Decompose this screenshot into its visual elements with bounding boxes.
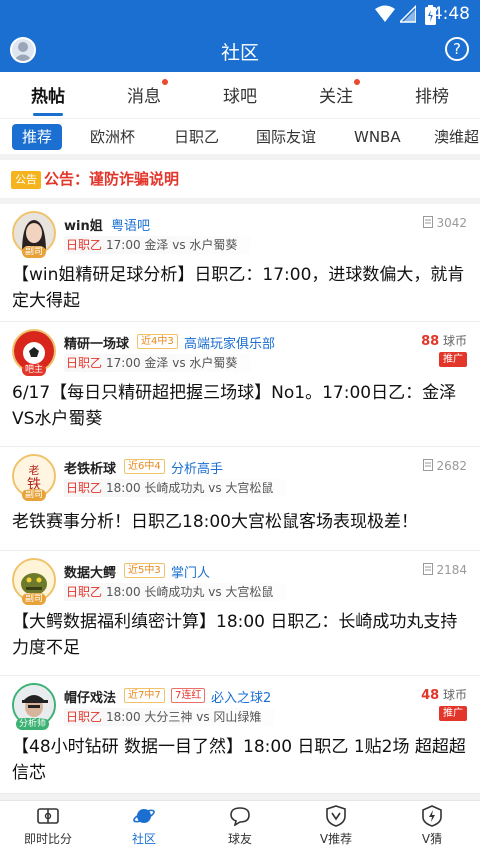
- author-role-badge: 副司: [22, 489, 47, 501]
- match-league: 日职乙: [66, 238, 103, 252]
- document-icon: [422, 563, 433, 575]
- tab-hot-posts[interactable]: 热帖: [0, 82, 96, 107]
- post-list: 副司 win姐 粤语吧 3042 日职乙 17:00 金泽 vs 水户蜀葵 【wi…: [0, 204, 480, 794]
- v-shield-icon: [326, 805, 346, 827]
- match-league: 日职乙: [66, 356, 103, 370]
- nav-live-score[interactable]: 即时比分: [0, 805, 96, 847]
- author-role-badge: 副司: [22, 246, 47, 258]
- nav-friends[interactable]: 球友: [192, 805, 288, 847]
- subtab-recommended[interactable]: 推荐: [12, 124, 63, 150]
- subtab-euro-cup[interactable]: 欧洲杯: [90, 124, 135, 150]
- promo-badge: 推广: [439, 706, 467, 721]
- club-link[interactable]: 高端玩家俱乐部: [184, 333, 275, 352]
- tab-messages[interactable]: 消息: [96, 79, 192, 107]
- status-bar: 4:48: [0, 0, 480, 30]
- nav-v-recommend[interactable]: V推荐: [288, 805, 384, 847]
- document-icon: [422, 459, 433, 471]
- post-card[interactable]: 吧主 精研一场球 近4中3 高端玩家俱乐部 88 球币 推广 日职乙 17:00 …: [0, 322, 480, 447]
- match-chip[interactable]: 日职乙 18:00 长崎成功丸 vs 大宫松鼠: [64, 583, 288, 601]
- author-name[interactable]: win姐: [64, 215, 103, 234]
- lightning-icon: [422, 805, 442, 827]
- match-info: 18:00 大分三神 vs 冈山绿雉: [106, 710, 262, 724]
- status-time: 4:48: [431, 4, 470, 24]
- tab-club[interactable]: 球吧: [192, 82, 288, 107]
- svg-text:老: 老: [29, 464, 40, 477]
- author-role-badge: 吧主: [22, 364, 47, 376]
- author-name[interactable]: 帽仔戏法: [64, 687, 116, 706]
- nav-v-guess[interactable]: V猜: [384, 805, 480, 847]
- post-title[interactable]: 【win姐精研足球分析】日职乙：17:00，进球数偏大，就肯定大得起: [12, 262, 468, 314]
- match-league: 日职乙: [66, 585, 103, 599]
- match-info: 17:00 金泽 vs 水户蜀葵: [106, 356, 238, 370]
- main-tabs: 热帖 消息 球吧 关注 排榜: [0, 72, 480, 118]
- chat-bubble-icon: [230, 807, 250, 826]
- app-bar: 社区 ?: [0, 30, 480, 72]
- nav-community[interactable]: 社区: [96, 805, 192, 847]
- record-tag: 近7中7: [124, 688, 165, 703]
- announcement-badge: 公告: [11, 171, 41, 189]
- subtab-friendly[interactable]: 国际友谊: [256, 124, 316, 150]
- post-title[interactable]: 【48小时钻研 数据一目了然】18:00 日职乙 1贴2场 超超超信芯: [12, 734, 468, 786]
- active-tab-indicator: [33, 113, 63, 116]
- scoreboard-icon: [37, 808, 59, 824]
- price-label: 48 球币: [421, 688, 467, 703]
- match-chip[interactable]: 日职乙 17:00 金泽 vs 水户蜀葵: [64, 236, 252, 254]
- page-title: 社区: [220, 42, 259, 64]
- announcement-bar[interactable]: 公告 公告：谨防诈骗说明: [0, 160, 480, 198]
- match-info: 18:00 长崎成功丸 vs 大宫松鼠: [106, 481, 274, 495]
- author-name[interactable]: 老铁析球: [64, 458, 116, 477]
- club-link[interactable]: 必入之球2: [211, 687, 271, 706]
- announcement-text[interactable]: 公告：谨防诈骗说明: [44, 168, 179, 189]
- post-card[interactable]: 副司 数据大鳄 近5中3 掌门人 2184 日职乙 18:00 长崎成功丸 vs …: [0, 551, 480, 676]
- notification-dot: [354, 79, 360, 85]
- post-card[interactable]: 老铁 副司 老铁析球 近6中4 分析高手 2682 日职乙 18:00 长崎成功丸…: [0, 447, 480, 551]
- author-name[interactable]: 精研一场球: [64, 333, 129, 352]
- tab-follow[interactable]: 关注: [288, 79, 384, 107]
- bottom-navigation: 即时比分 社区 球友 V推荐 V猜: [0, 800, 480, 853]
- club-link[interactable]: 分析高手: [171, 458, 223, 477]
- post-title[interactable]: 【大鳄数据福利缜密计算】18:00 日职乙：长崎成功丸支持力度不足: [12, 609, 468, 661]
- planet-icon: [133, 809, 155, 823]
- view-count: 2184: [422, 563, 467, 577]
- match-chip[interactable]: 日职乙 17:00 金泽 vs 水户蜀葵: [64, 354, 252, 372]
- match-league: 日职乙: [66, 481, 103, 495]
- author-role-badge: 分析师: [16, 718, 50, 730]
- subtab-wnba[interactable]: WNBA: [354, 124, 401, 150]
- match-league: 日职乙: [66, 710, 103, 724]
- subtab-a-league[interactable]: 澳维超: [434, 124, 479, 150]
- tab-ranking[interactable]: 排榜: [384, 82, 480, 107]
- document-icon: [422, 216, 433, 228]
- signal-icon: [400, 5, 416, 23]
- author-role-badge: 副司: [22, 593, 47, 605]
- post-title[interactable]: 老铁赛事分析！日职乙18:00大宫松鼠客场表现极差！: [12, 509, 468, 535]
- match-chip[interactable]: 日职乙 18:00 大分三神 vs 冈山绿雉: [64, 708, 276, 726]
- club-link[interactable]: 粤语吧: [111, 215, 150, 234]
- match-chip[interactable]: 日职乙 18:00 长崎成功丸 vs 大宫松鼠: [64, 479, 288, 497]
- help-icon[interactable]: ?: [445, 37, 469, 61]
- record-tag: 近5中3: [124, 563, 165, 578]
- post-card[interactable]: 分析师 帽仔戏法 近7中7 7连红 必入之球2 48 球币 推广 日职乙 18:0…: [0, 676, 480, 794]
- author-name[interactable]: 数据大鳄: [64, 562, 116, 581]
- club-link[interactable]: 掌门人: [171, 562, 210, 581]
- view-count: 2682: [422, 459, 467, 473]
- streak-tag: 7连红: [171, 688, 206, 703]
- record-tag: 近6中4: [124, 459, 165, 474]
- league-filter-bar: 推荐 欧洲杯 日职乙 国际友谊 WNBA 澳维超: [0, 118, 480, 154]
- match-info: 17:00 金泽 vs 水户蜀葵: [106, 238, 238, 252]
- notification-dot: [162, 79, 168, 85]
- wifi-icon: [375, 5, 395, 22]
- view-count: 3042: [422, 216, 467, 230]
- match-info: 18:00 长崎成功丸 vs 大宫松鼠: [106, 585, 274, 599]
- record-tag: 近4中3: [137, 334, 178, 349]
- post-title[interactable]: 6/17【每日只精研超把握三场球】No1。17:00日乙：金泽VS水户蜀葵: [12, 380, 468, 432]
- post-card[interactable]: 副司 win姐 粤语吧 3042 日职乙 17:00 金泽 vs 水户蜀葵 【wi…: [0, 204, 480, 322]
- price-label: 88 球币: [421, 334, 467, 349]
- subtab-j2-league[interactable]: 日职乙: [174, 124, 219, 150]
- promo-badge: 推广: [439, 352, 467, 367]
